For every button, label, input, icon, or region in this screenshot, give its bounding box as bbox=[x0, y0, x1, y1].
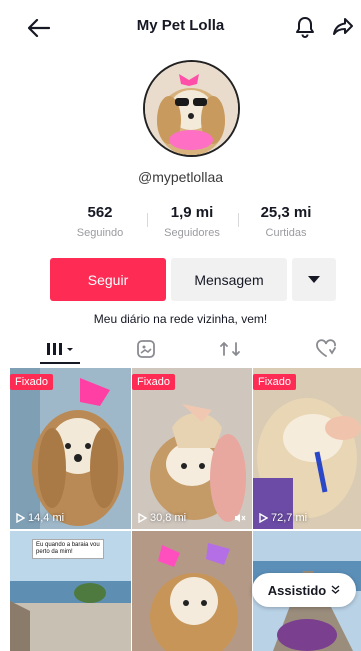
tab-liked[interactable] bbox=[306, 336, 346, 362]
video-thumbnail[interactable] bbox=[132, 531, 252, 651]
top-bar: My Pet Lolla bbox=[0, 0, 361, 56]
tab-videos[interactable] bbox=[40, 336, 80, 362]
follow-button[interactable]: Seguir bbox=[50, 258, 166, 301]
dog-thumbnail-image bbox=[132, 368, 252, 529]
stat-likes-value: 25,3 mi bbox=[260, 204, 312, 221]
pinned-badge: Fixado bbox=[10, 374, 54, 390]
stat-following[interactable]: 562 Seguindo bbox=[50, 204, 150, 239]
video-thumbnail[interactable]: Fixado 30,8 mi bbox=[132, 368, 252, 529]
stat-following-value: 562 bbox=[87, 204, 113, 221]
stat-followers-value: 1,9 mi bbox=[170, 204, 214, 221]
view-count-value: 14,4 mi bbox=[28, 512, 65, 524]
repost-frame-icon bbox=[137, 340, 155, 358]
video-caption-overlay: Eu quando a baraia vou perto da mim! bbox=[32, 539, 104, 559]
play-icon bbox=[16, 513, 25, 523]
username: @mypetlollaa bbox=[137, 169, 224, 185]
watched-label: Assistido bbox=[267, 582, 327, 598]
profile-stats: 562 Seguindo 1,9 mi Seguidores 25,3 mi C… bbox=[0, 204, 361, 244]
dog-thumbnail-image bbox=[253, 368, 361, 529]
stat-followers[interactable]: 1,9 mi Seguidores bbox=[142, 204, 242, 239]
profile-bio: Meu diário na rede vizinha, vem! bbox=[93, 312, 268, 326]
video-thumbnail[interactable]: Fixado 72,7 mi bbox=[253, 368, 361, 529]
pinned-badge: Fixado bbox=[132, 374, 176, 390]
dog-thumbnail-image bbox=[132, 531, 252, 651]
play-icon bbox=[259, 513, 268, 523]
video-thumbnail[interactable]: Eu quando a baraia vou perto da mim! bbox=[10, 531, 131, 651]
notification-button[interactable] bbox=[292, 13, 318, 41]
pinned-badge: Fixado bbox=[253, 374, 297, 390]
repost-icon bbox=[220, 342, 240, 356]
stat-likes-label: Curtidas bbox=[265, 227, 307, 239]
view-count-value: 30,8 mi bbox=[150, 512, 187, 524]
video-grid: Fixado 14,4 mi Fixado 30,8 mi Fixado 72,… bbox=[10, 368, 361, 651]
view-count: 30,8 mi bbox=[138, 512, 186, 524]
caret-down-icon bbox=[308, 275, 320, 283]
avatar[interactable] bbox=[143, 60, 240, 157]
watched-button[interactable]: Assistido bbox=[252, 573, 356, 607]
view-count: 14,4 mi bbox=[16, 512, 64, 524]
avatar-dog-image bbox=[145, 62, 238, 155]
suggestions-dropdown-button[interactable] bbox=[292, 258, 336, 301]
muted-speaker-icon bbox=[235, 514, 246, 522]
stat-followers-label: Seguidores bbox=[164, 227, 220, 239]
dog-thumbnail-image bbox=[10, 368, 131, 529]
share-arrow-icon bbox=[333, 18, 353, 35]
liked-heart-icon bbox=[316, 339, 336, 357]
video-thumbnail[interactable]: Fixado 14,4 mi bbox=[10, 368, 131, 529]
view-count-value: 72,7 mi bbox=[271, 512, 308, 524]
content-tabs bbox=[0, 336, 361, 366]
double-chevron-down-icon bbox=[331, 585, 340, 594]
tab-reposts[interactable] bbox=[210, 336, 250, 362]
grid-icon bbox=[47, 343, 73, 355]
play-icon bbox=[138, 513, 147, 523]
share-button[interactable] bbox=[330, 13, 356, 41]
tab-selected-indicator bbox=[40, 362, 80, 364]
bell-icon bbox=[296, 17, 314, 38]
stat-following-label: Seguindo bbox=[76, 227, 124, 239]
view-count: 72,7 mi bbox=[259, 512, 307, 524]
tab-reposts-frame[interactable] bbox=[126, 336, 166, 362]
message-button[interactable]: Mensagem bbox=[171, 258, 287, 301]
stat-likes[interactable]: 25,3 mi Curtidas bbox=[236, 204, 336, 239]
